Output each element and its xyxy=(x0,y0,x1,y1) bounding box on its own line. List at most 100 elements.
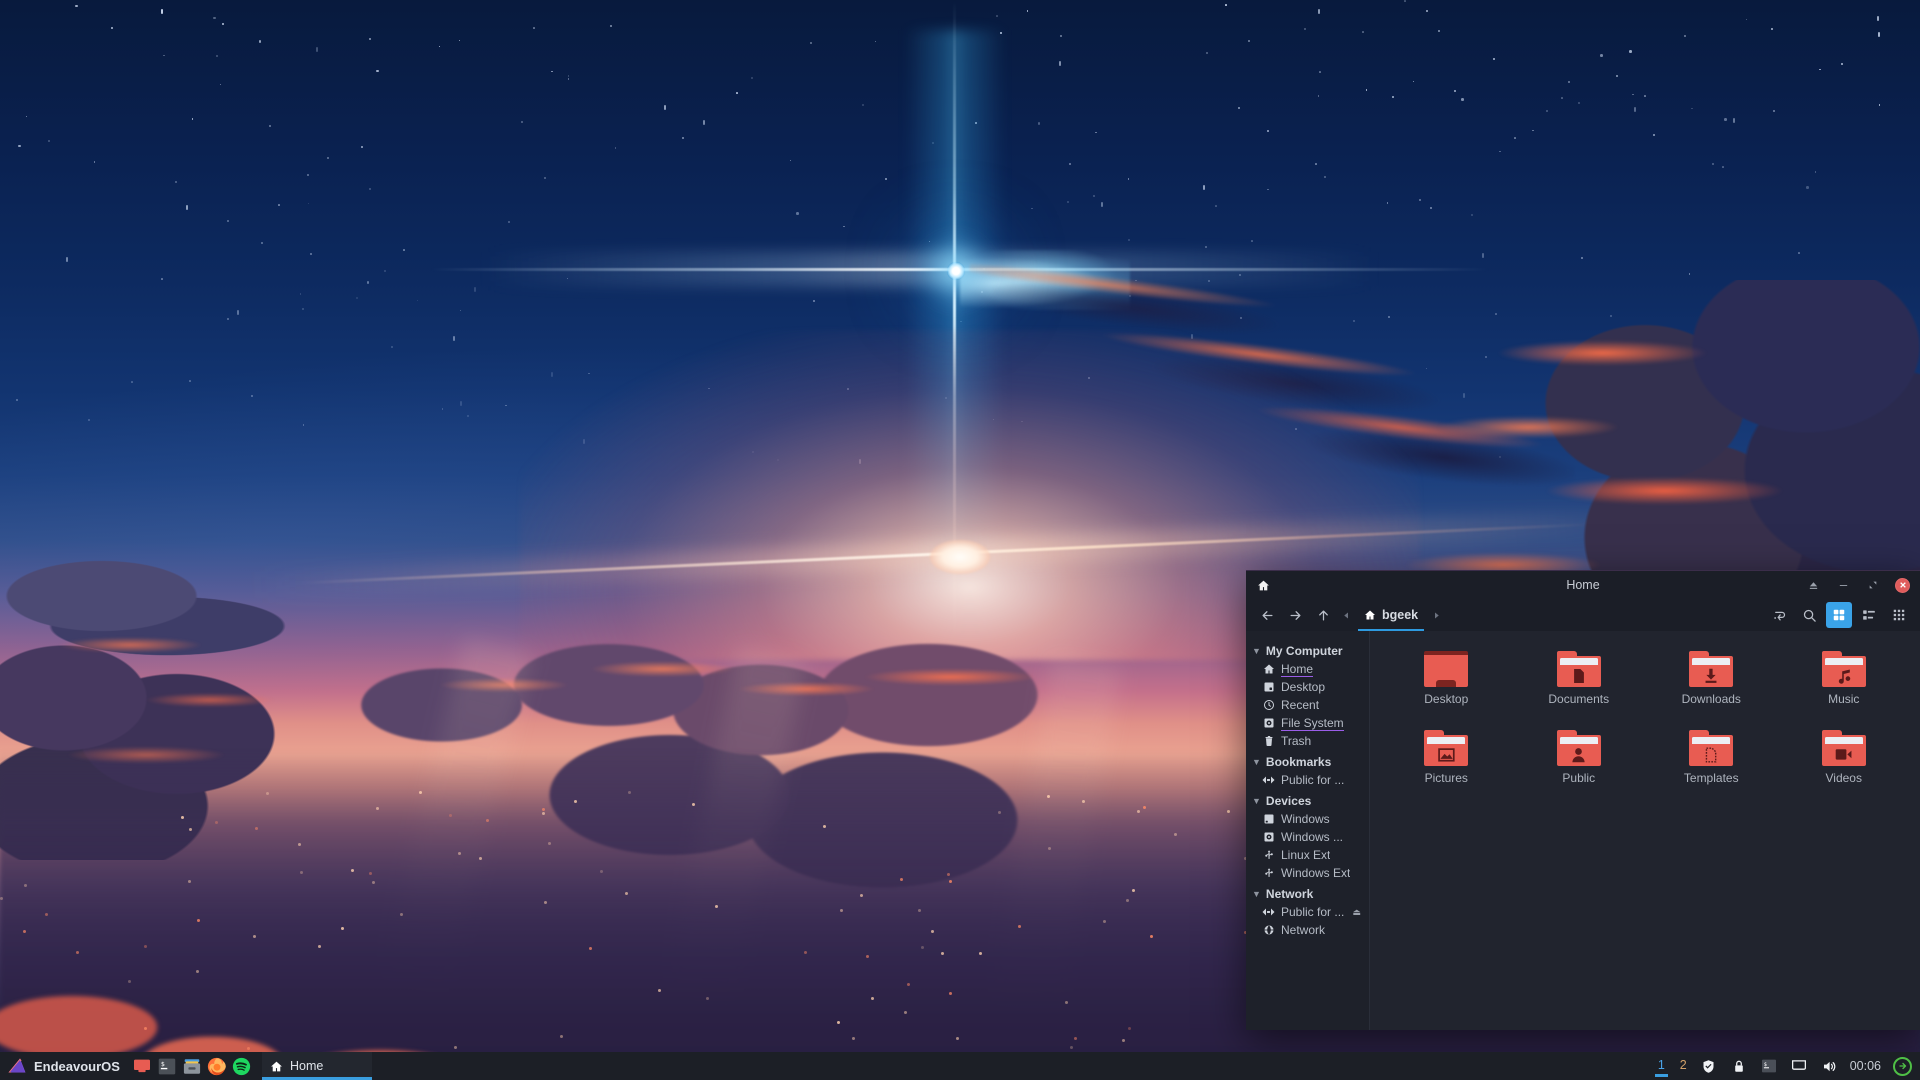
home-icon xyxy=(270,1060,283,1073)
lock-icon[interactable] xyxy=(1730,1057,1748,1075)
sidebar-item-recent[interactable]: Recent xyxy=(1246,696,1369,714)
usb-icon xyxy=(1262,849,1275,862)
taskbar-window-button[interactable]: Home xyxy=(261,1052,372,1080)
file-item-desktop[interactable]: Desktop xyxy=(1380,647,1513,726)
desktop[interactable]: Home bgeek ▼ My Computer Home Desktop Re… xyxy=(0,0,1920,1080)
sidebar-group-label: Bookmarks xyxy=(1265,755,1332,769)
file-item-templates[interactable]: Templates xyxy=(1645,726,1778,805)
file-item-videos[interactable]: Videos xyxy=(1778,726,1911,805)
svg-text:$: $ xyxy=(1764,1062,1767,1068)
chevron-down-icon: ▼ xyxy=(1252,888,1261,899)
clock[interactable]: 00:06 xyxy=(1850,1059,1881,1073)
file-item-label: Music xyxy=(1828,692,1860,706)
window-controls[interactable] xyxy=(1805,577,1914,593)
templates-folder-icon xyxy=(1689,730,1734,766)
sidebar-item-windows[interactable]: Windows ... xyxy=(1246,828,1369,846)
maximize-window-button[interactable] xyxy=(1865,577,1881,593)
file-item-label: Documents xyxy=(1548,692,1610,706)
file-manager-window[interactable]: Home bgeek ▼ My Computer Home Desktop Re… xyxy=(1246,570,1920,1030)
sidebar-item-network[interactable]: Network xyxy=(1246,921,1369,939)
back-icon[interactable] xyxy=(1254,602,1280,628)
breadcrumb[interactable]: bgeek xyxy=(1356,602,1426,631)
sidebar-item-home[interactable]: Home xyxy=(1246,660,1369,678)
public-folder-icon xyxy=(1556,730,1601,766)
disk-icon xyxy=(1262,717,1275,730)
screen-app-icon[interactable] xyxy=(132,1056,152,1076)
terminal-icon[interactable]: $ xyxy=(157,1056,177,1076)
pictures-folder-icon xyxy=(1424,730,1469,766)
eject-icon[interactable]: ⏏ xyxy=(1352,907,1365,918)
sidebar-item-trash[interactable]: Trash xyxy=(1246,732,1369,750)
forward-icon[interactable] xyxy=(1282,602,1308,628)
firefox-icon[interactable] xyxy=(207,1056,227,1076)
workspace-switcher[interactable]: 12 xyxy=(1654,1058,1688,1077)
logout-icon[interactable] xyxy=(1893,1056,1912,1076)
sidebar-item-windows-ext[interactable]: Windows Ext xyxy=(1246,864,1369,882)
sidebar[interactable]: ▼ My Computer Home Desktop Recent File System… xyxy=(1246,631,1370,1030)
taskbar[interactable]: EndeavourOS $ Home 12 $ 00:06 xyxy=(0,1052,1920,1080)
file-manager-toolbar[interactable]: bgeek xyxy=(1246,599,1920,631)
globe-icon xyxy=(1262,924,1275,937)
endeavouros-logo-icon xyxy=(7,1057,27,1075)
wallpaper-sun xyxy=(930,540,990,574)
window-titlebar[interactable]: Home xyxy=(1246,571,1920,599)
sidebar-item-linux-ext[interactable]: Linux Ext xyxy=(1246,846,1369,864)
sidebar-group-label: My Computer xyxy=(1265,644,1343,658)
sidebar-item-label: Windows ... xyxy=(1281,830,1344,844)
disk-icon xyxy=(1262,831,1275,844)
system-tray[interactable]: 12 $ 00:06 xyxy=(1654,1052,1920,1080)
sidebar-group-network[interactable]: ▼ Network xyxy=(1246,885,1369,903)
up-icon[interactable] xyxy=(1310,602,1336,628)
home-icon xyxy=(1262,663,1275,676)
file-item-label: Public xyxy=(1562,771,1596,785)
file-item-music[interactable]: Music xyxy=(1778,647,1911,726)
sidebar-item-windows[interactable]: Windows xyxy=(1246,810,1369,828)
shield-icon[interactable] xyxy=(1700,1057,1718,1075)
volume-icon[interactable] xyxy=(1820,1057,1838,1075)
sidebar-group-devices[interactable]: ▼ Devices xyxy=(1246,792,1369,810)
chevron-left-icon[interactable] xyxy=(1338,602,1354,628)
sidebar-item-label: Desktop xyxy=(1281,680,1326,694)
sidebar-item-public-for[interactable]: Public for ... xyxy=(1246,771,1369,789)
shade-window-button[interactable] xyxy=(1805,577,1821,593)
file-manager-icon[interactable] xyxy=(182,1056,202,1076)
terminal-tray-icon[interactable]: $ xyxy=(1760,1057,1778,1075)
sidebar-group-my-computer[interactable]: ▼ My Computer xyxy=(1246,642,1369,660)
window-buttons[interactable]: Home xyxy=(261,1052,372,1080)
compact-view-icon[interactable] xyxy=(1886,602,1912,628)
clock-icon xyxy=(1262,699,1275,712)
music-folder-icon xyxy=(1821,651,1866,687)
sidebar-item-public-for[interactable]: Public for ... ⏏ xyxy=(1246,903,1369,921)
file-grid[interactable]: Desktop Documents Downloads Music Pictures Pu… xyxy=(1370,631,1920,1030)
workspace-2[interactable]: 2 xyxy=(1679,1058,1688,1075)
reload-icon[interactable] xyxy=(1766,602,1792,628)
minimize-window-button[interactable] xyxy=(1835,577,1851,593)
list-view-icon[interactable] xyxy=(1856,602,1882,628)
search-icon[interactable] xyxy=(1796,602,1822,628)
home-icon xyxy=(1252,579,1274,592)
file-item-downloads[interactable]: Downloads xyxy=(1645,647,1778,726)
file-item-public[interactable]: Public xyxy=(1513,726,1646,805)
chevron-right-icon[interactable] xyxy=(1428,602,1444,628)
svg-text:$: $ xyxy=(161,1060,165,1068)
sidebar-group-label: Network xyxy=(1265,887,1314,901)
sidebar-item-file-system[interactable]: File System xyxy=(1246,714,1369,732)
file-item-label: Videos xyxy=(1825,771,1862,785)
grid-view-icon[interactable] xyxy=(1826,602,1852,628)
breadcrumb-label: bgeek xyxy=(1382,608,1419,622)
file-item-label: Pictures xyxy=(1424,771,1468,785)
close-window-button[interactable] xyxy=(1895,577,1910,593)
sidebar-item-desktop[interactable]: Desktop xyxy=(1246,678,1369,696)
file-item-documents[interactable]: Documents xyxy=(1513,647,1646,726)
spotify-icon[interactable] xyxy=(232,1056,252,1076)
display-icon[interactable] xyxy=(1790,1057,1808,1075)
sidebar-item-label: File System xyxy=(1281,715,1344,731)
wallpaper-foreground-clouds xyxy=(0,840,1360,1080)
sidebar-group-bookmarks[interactable]: ▼ Bookmarks xyxy=(1246,753,1369,771)
file-item-pictures[interactable]: Pictures xyxy=(1380,726,1513,805)
workspace-1[interactable]: 1 xyxy=(1654,1058,1668,1077)
launcher-group[interactable]: $ xyxy=(130,1056,252,1076)
home-icon xyxy=(1364,609,1376,621)
toolbar-right-group[interactable] xyxy=(1766,602,1912,628)
start-menu-button[interactable]: EndeavourOS xyxy=(0,1052,130,1080)
